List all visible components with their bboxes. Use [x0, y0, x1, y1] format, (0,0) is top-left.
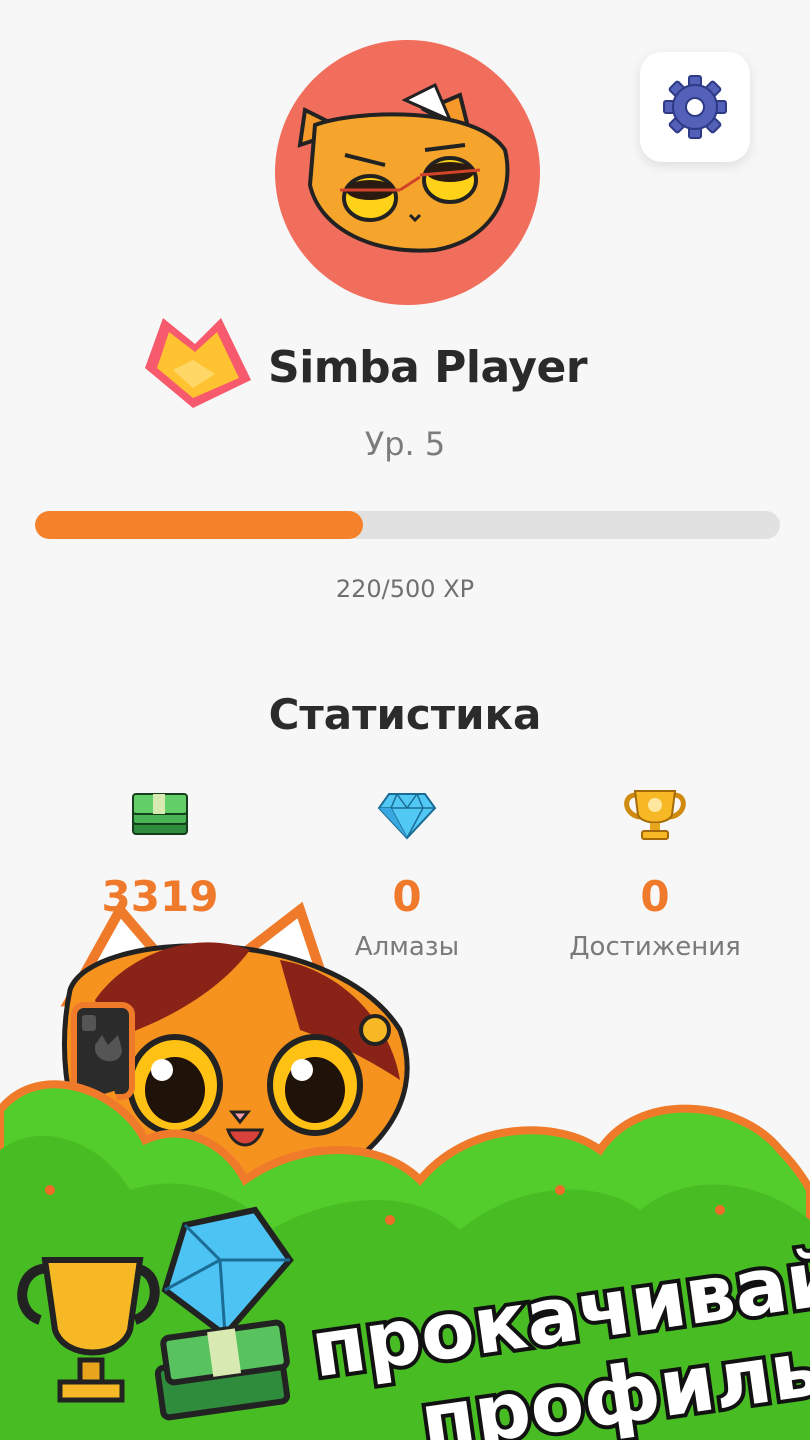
- cat-avatar-illustration: [297, 82, 510, 253]
- money-stack-illustration: [154, 1319, 291, 1421]
- stats-title: Статистика: [268, 690, 542, 739]
- xp-counter: 220/500 XP: [335, 575, 475, 603]
- money-stack-icon: [132, 793, 188, 835]
- gear-icon: [663, 75, 727, 139]
- rank-badge-icon: [145, 318, 251, 408]
- settings-button[interactable]: [640, 52, 750, 162]
- promo-banner: прокачивай профиль!: [0, 901, 810, 1440]
- diamond-icon: [377, 793, 437, 840]
- trophy-icon: [624, 790, 686, 840]
- xp-progress-bar: [35, 511, 780, 539]
- player-name: Simba Player: [268, 342, 588, 393]
- player-level: Ур. 5: [364, 425, 446, 463]
- xp-progress-fill: [35, 511, 363, 539]
- avatar[interactable]: [275, 40, 540, 305]
